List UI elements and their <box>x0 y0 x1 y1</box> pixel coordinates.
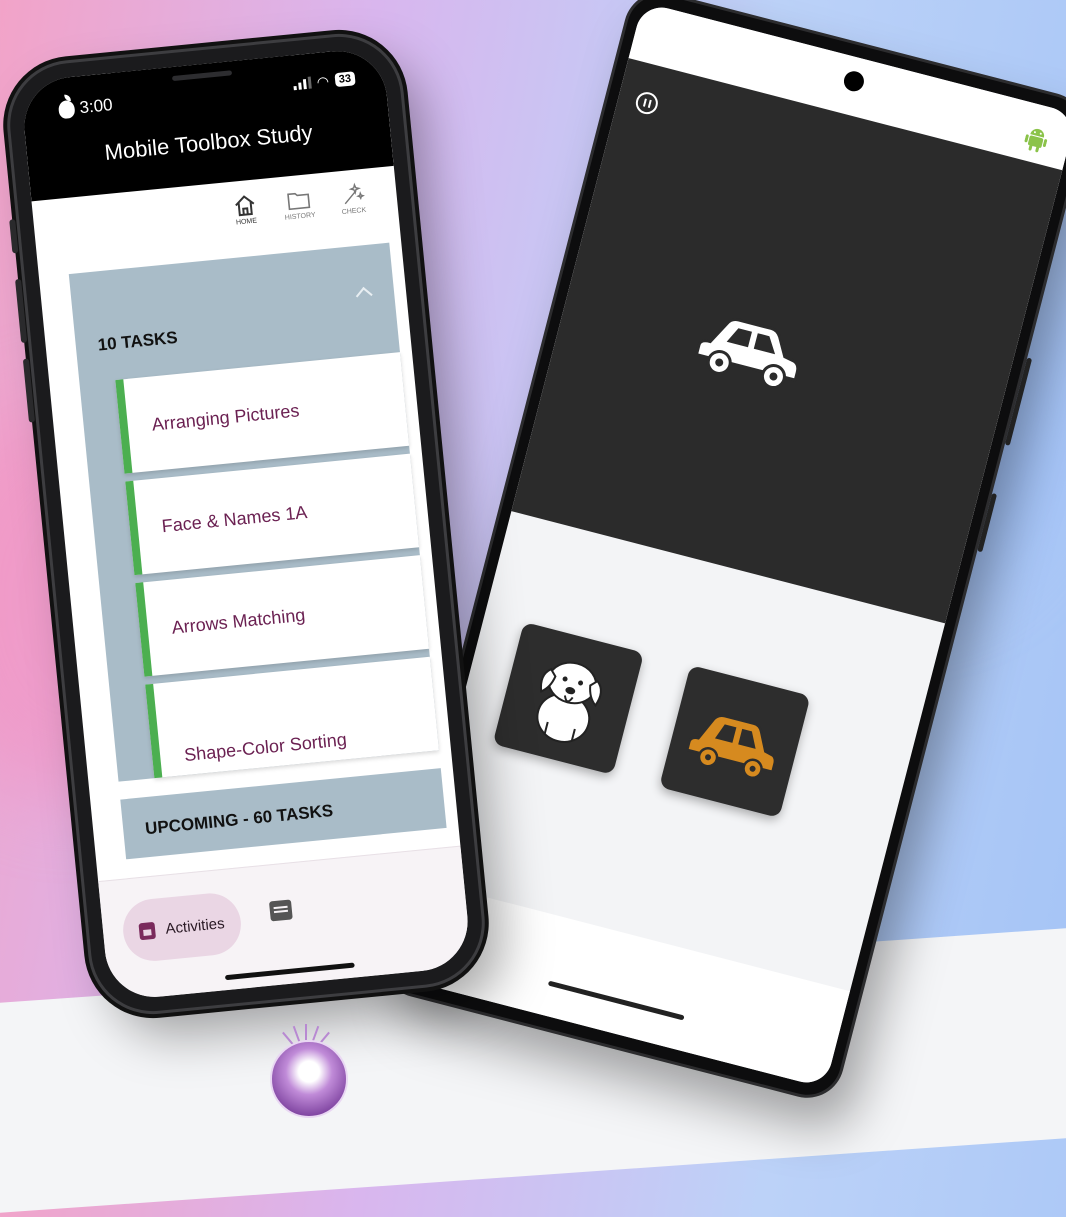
tab-history[interactable]: HISTORY <box>279 186 318 222</box>
front-camera <box>841 69 867 94</box>
task-card[interactable]: Shape-Color Sorting <box>145 656 439 779</box>
activities-tab[interactable]: Activities <box>120 890 244 964</box>
status-time-label: 3:00 <box>78 95 114 118</box>
upcoming-section[interactable]: UPCOMING - 60 TASKS <box>120 768 447 860</box>
brand-logo-icon <box>270 1040 348 1118</box>
status-indicators: ◠ 33 <box>292 71 356 91</box>
upcoming-heading: UPCOMING - 60 TASKS <box>144 800 334 839</box>
tab-home-label: HOME <box>235 217 258 227</box>
task-card[interactable]: Arranging Pictures <box>115 352 410 474</box>
iphone: 3:00 ◠ 33 Mobile Toolbox Study HOME HIST… <box>4 31 488 1017</box>
iphone-screen: 3:00 ◠ 33 Mobile Toolbox Study HOME HIST… <box>19 46 473 1002</box>
today-heading: 10 TASKS <box>96 327 179 355</box>
dog-icon <box>536 661 602 743</box>
task-title: Face & Names 1A <box>160 502 309 537</box>
tab-history-label: HISTORY <box>284 211 316 222</box>
choice-card-car[interactable] <box>659 664 811 818</box>
bottom-nav: Activities <box>98 845 473 1002</box>
task-card[interactable]: Arrows Matching <box>135 555 430 677</box>
logo-ray <box>305 1024 307 1040</box>
calendar-icon <box>138 921 157 940</box>
status-time: 3:00 <box>57 95 114 120</box>
choice-card-dog[interactable] <box>492 621 645 775</box>
task-title: Shape-Color Sorting <box>183 729 348 766</box>
volume-up-button <box>15 278 28 344</box>
battery-icon: 33 <box>334 71 356 88</box>
chevron-up-icon[interactable] <box>355 286 373 304</box>
top-tabs: HOME HISTORY CHECK <box>226 180 373 227</box>
signal-icon <box>292 76 312 91</box>
mute-switch <box>9 219 19 254</box>
wifi-icon: ◠ <box>315 72 330 90</box>
folder-icon <box>287 192 311 211</box>
page-title: Mobile Toolbox Study <box>103 119 314 165</box>
car-icon <box>685 714 777 780</box>
tab-home[interactable]: HOME <box>226 191 265 227</box>
home-indicator[interactable] <box>224 962 355 981</box>
home-icon <box>235 195 255 217</box>
home-indicator[interactable] <box>547 980 685 1021</box>
android-screen <box>391 1 1066 1089</box>
task-title: Arrows Matching <box>170 604 307 638</box>
task-card[interactable]: Face & Names 1A <box>125 453 420 576</box>
pause-button[interactable] <box>633 89 661 117</box>
car-icon <box>694 318 800 390</box>
today-tasks-panel: 10 TASKS Arranging Pictures Face & Names… <box>68 242 439 782</box>
tab-check[interactable]: CHECK <box>333 180 372 216</box>
tab-check-label: CHECK <box>341 206 367 217</box>
apple-logo-icon <box>57 99 76 120</box>
sparkle-icon <box>344 182 365 205</box>
chat-icon[interactable] <box>268 899 293 922</box>
task-title: Arranging Pictures <box>150 400 301 435</box>
activities-label: Activities <box>164 914 226 938</box>
android-logo-icon <box>1024 128 1048 153</box>
